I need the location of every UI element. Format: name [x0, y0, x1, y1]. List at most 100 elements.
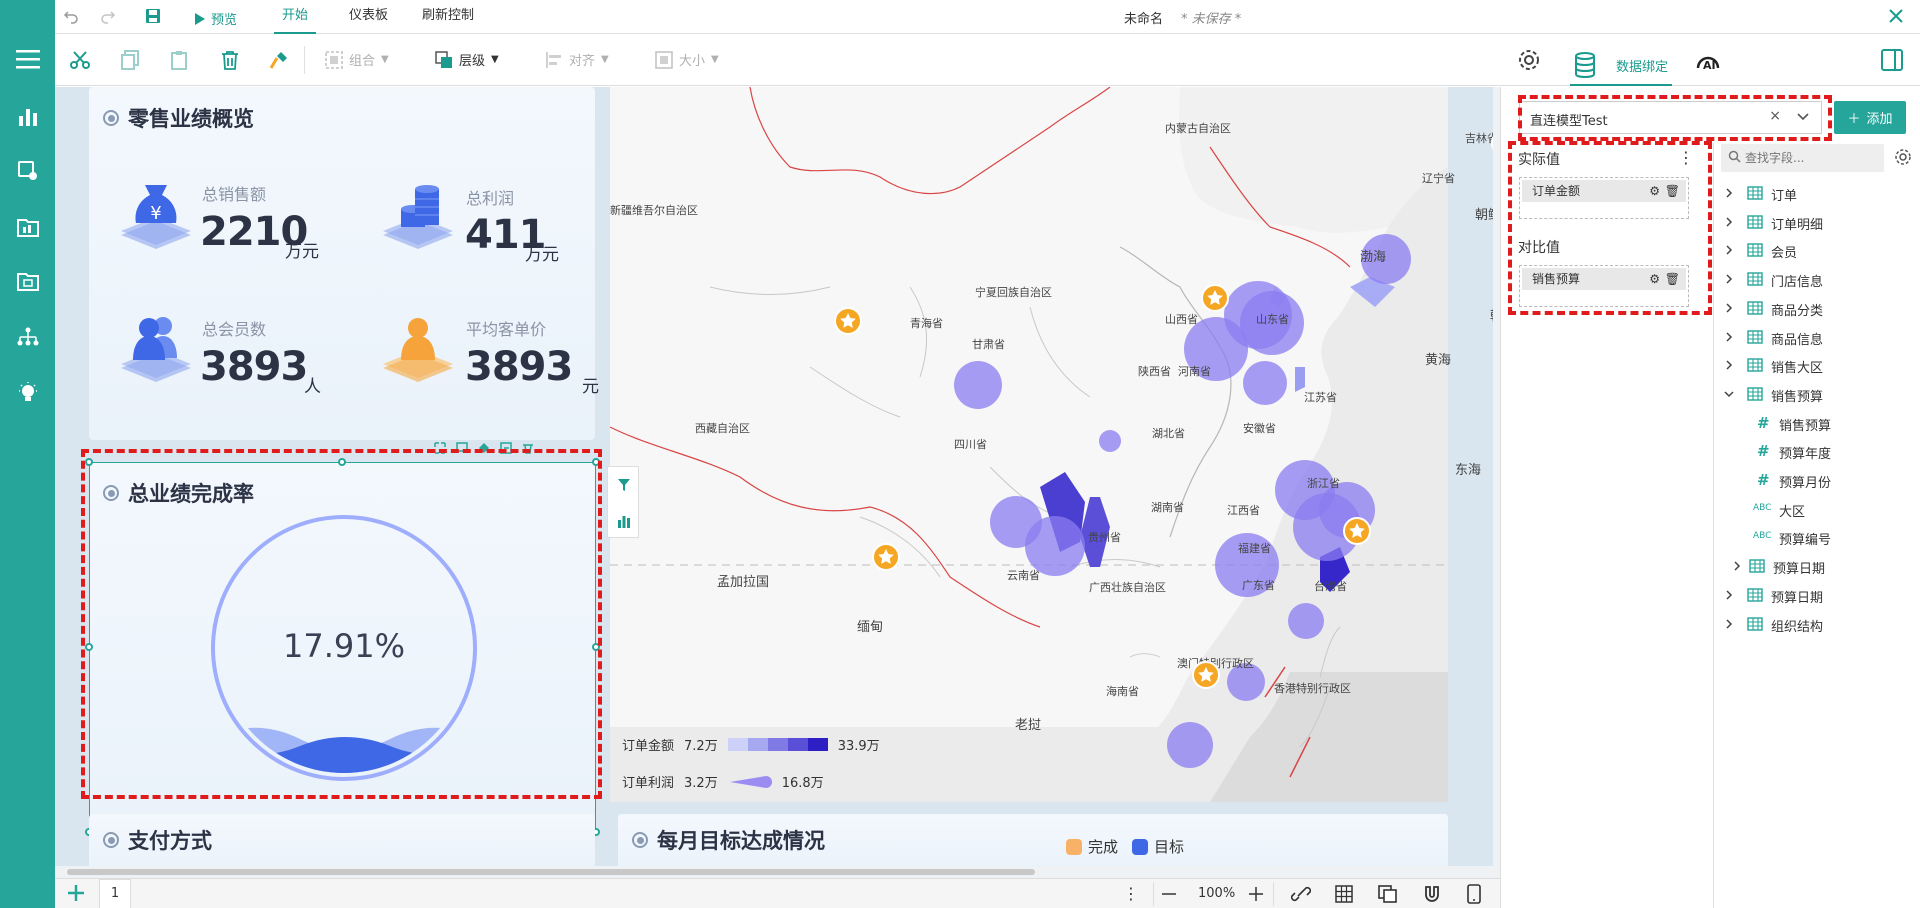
field-settings-icon[interactable]: ⚙ — [1649, 180, 1660, 202]
design-canvas[interactable]: 零售业绩概览 ¥ 总销售额 2210 万元 总利润 411 万元 总会员数 38… — [55, 87, 1500, 868]
lightbulb-icon[interactable] — [13, 378, 43, 408]
paste-icon[interactable] — [170, 50, 190, 74]
field-tree-item[interactable]: 会员 — [1713, 236, 1920, 264]
chevron-right-icon[interactable] — [1723, 273, 1735, 285]
zoom-out-icon[interactable] — [1160, 885, 1178, 907]
save-icon[interactable] — [145, 8, 161, 28]
close-icon[interactable] — [1888, 8, 1904, 28]
vertical-scrollbar[interactable] — [1493, 87, 1500, 866]
resize-handle[interactable] — [592, 458, 600, 466]
chevron-right-icon[interactable] — [1723, 216, 1735, 228]
star-marker-icon[interactable] — [1343, 517, 1371, 545]
panel-toggle-icon[interactable] — [1881, 49, 1903, 75]
clear-icon[interactable]: × — [1769, 108, 1781, 124]
data-binding-tab[interactable]: 数据绑定 — [1570, 46, 1673, 86]
comment-icon[interactable] — [456, 442, 468, 458]
compare-field-chip[interactable]: 销售预算 ⚙ 🗑 — [1522, 268, 1686, 290]
size-button[interactable]: 大小 ▼ — [655, 50, 719, 69]
star-marker-icon[interactable] — [872, 543, 900, 571]
filter-widget-icon[interactable] — [13, 156, 43, 186]
chevron-down-icon[interactable] — [1797, 111, 1809, 126]
actual-field-chip[interactable]: 订单金额 ⚙ 🗑 — [1522, 180, 1686, 202]
delete-icon[interactable] — [220, 50, 240, 74]
page-tab-1[interactable]: 1 — [99, 879, 131, 908]
actual-value-dropzone[interactable]: 订单金额 ⚙ 🗑 — [1519, 177, 1689, 219]
star-marker-icon[interactable] — [1201, 284, 1229, 312]
field-tree-item[interactable]: # 销售预算 — [1713, 409, 1920, 437]
field-tree-item[interactable]: 商品信息 — [1713, 323, 1920, 351]
add-page-icon[interactable] — [67, 884, 85, 906]
chevron-down-icon[interactable] — [1723, 388, 1735, 400]
layers-icon[interactable] — [1378, 885, 1398, 907]
grid-icon[interactable] — [1335, 885, 1353, 907]
format-brush-icon[interactable] — [269, 50, 289, 74]
field-tree-item[interactable]: 预算日期 — [1713, 581, 1920, 609]
field-tree-item[interactable]: 门店信息 — [1713, 265, 1920, 293]
field-tree-item[interactable]: 订单 — [1713, 179, 1920, 207]
filter-icon[interactable] — [617, 478, 631, 496]
resource-icon[interactable] — [13, 266, 43, 296]
field-tree-item[interactable]: 预算日期 — [1713, 552, 1920, 580]
resize-handle[interactable] — [592, 643, 600, 651]
field-tree-item[interactable]: 销售大区 — [1713, 351, 1920, 379]
menu-icon[interactable] — [13, 44, 43, 74]
model-select[interactable]: 直连模型Test × — [1519, 101, 1822, 134]
undo-icon[interactable] — [63, 8, 79, 28]
trash-icon[interactable] — [522, 442, 534, 458]
field-tree-item[interactable]: ABC 大区 — [1713, 495, 1920, 523]
payment-card[interactable]: 支付方式 — [89, 814, 595, 868]
field-search[interactable] — [1721, 144, 1884, 172]
chevron-right-icon[interactable] — [1731, 560, 1743, 572]
chevron-right-icon[interactable] — [1723, 187, 1735, 199]
field-tree-item[interactable]: # 预算月份 — [1713, 466, 1920, 494]
chevron-right-icon[interactable] — [1723, 244, 1735, 256]
field-tree-item[interactable]: 组织结构 — [1713, 610, 1920, 638]
star-marker-icon[interactable] — [1192, 661, 1220, 689]
scrollbar-thumb[interactable] — [67, 869, 1035, 875]
field-settings-gear-icon[interactable] — [1894, 148, 1912, 170]
chevron-right-icon[interactable] — [1723, 302, 1735, 314]
mobile-preview-icon[interactable] — [1467, 884, 1481, 908]
resize-handle[interactable] — [85, 643, 93, 651]
field-delete-icon[interactable]: 🗑 — [1665, 180, 1680, 202]
zoom-in-icon[interactable] — [1247, 885, 1265, 907]
ai-assistant-icon[interactable]: AI — [1695, 48, 1721, 76]
bar-chart-icon[interactable] — [617, 514, 631, 532]
layer-button[interactable]: 层级 ▼ — [435, 50, 499, 69]
add-button[interactable]: ＋添加 — [1834, 101, 1906, 134]
field-settings-icon[interactable]: ⚙ — [1649, 268, 1660, 290]
group-button[interactable]: 组合 ▼ — [325, 50, 389, 69]
tab-start[interactable]: 开始 — [274, 0, 317, 34]
align-button[interactable]: 对齐 ▼ — [545, 50, 609, 69]
resize-handle[interactable] — [338, 458, 346, 466]
chevron-right-icon[interactable] — [1723, 618, 1735, 630]
link-icon[interactable] — [1290, 885, 1312, 907]
resize-handle[interactable] — [85, 458, 93, 466]
field-tree-item[interactable]: ABC 预算编号 — [1713, 523, 1920, 551]
field-tree-item[interactable]: 商品分类 — [1713, 294, 1920, 322]
field-tree-item[interactable]: # 预算年度 — [1713, 437, 1920, 465]
star-marker-icon[interactable] — [834, 307, 862, 335]
copy-icon[interactable] — [120, 50, 140, 74]
expand-icon[interactable] — [434, 442, 446, 458]
more-icon[interactable]: ⋮ — [1123, 884, 1139, 903]
horizontal-scrollbar[interactable] — [55, 866, 1500, 878]
field-tree-item[interactable]: 订单明细 — [1713, 208, 1920, 236]
export-icon[interactable] — [500, 442, 512, 458]
china-map[interactable]: 蒙古内蒙古自治区黑龙江省吉林省辽宁省朝鲜韩国渤海黄海东海新疆维吾尔自治区宁夏回族… — [610, 87, 1500, 802]
tab-dashboard[interactable]: 仪表板 — [341, 0, 396, 34]
field-delete-icon[interactable]: 🗑 — [1665, 268, 1680, 290]
tab-refresh-control[interactable]: 刷新控制 — [414, 0, 482, 34]
chart-widget-icon[interactable] — [13, 102, 43, 132]
cut-icon[interactable] — [69, 50, 91, 74]
field-tree-item[interactable]: 销售预算 — [1713, 380, 1920, 408]
chevron-right-icon[interactable] — [1723, 589, 1735, 601]
redo-icon[interactable] — [100, 8, 116, 28]
chevron-right-icon[interactable] — [1723, 359, 1735, 371]
more-options-icon[interactable]: ⋮ — [1678, 148, 1694, 167]
compare-value-dropzone[interactable]: 销售预算 ⚙ 🗑 — [1519, 265, 1689, 307]
magnet-icon[interactable] — [1423, 885, 1441, 907]
settings-gear-icon[interactable] — [1517, 48, 1541, 76]
dataset-icon[interactable] — [13, 212, 43, 242]
org-structure-icon[interactable] — [13, 322, 43, 352]
